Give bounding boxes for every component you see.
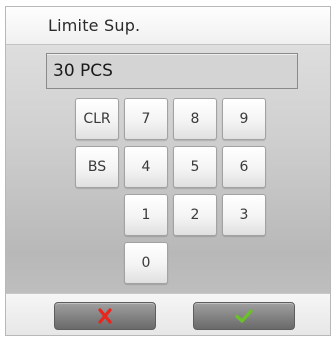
digit-6-key[interactable]: 6 (222, 146, 266, 188)
digit-8-key[interactable]: 8 (173, 98, 217, 140)
value-input[interactable]: 30 PCS (46, 53, 298, 89)
action-bar (6, 293, 330, 335)
digit-4-key[interactable]: 4 (124, 146, 168, 188)
digit-5-key[interactable]: 5 (173, 146, 217, 188)
cancel-button[interactable] (54, 302, 156, 330)
digit-3-key[interactable]: 3 (222, 194, 266, 236)
confirm-button[interactable] (193, 302, 295, 330)
green-checkmark-icon (235, 309, 253, 323)
digit-1-key[interactable]: 1 (124, 194, 168, 236)
digit-7-key[interactable]: 7 (124, 98, 168, 140)
digit-9-key[interactable]: 9 (222, 98, 266, 140)
dialog-title: Limite Sup. (48, 16, 141, 35)
value-display-text: 30 PCS (53, 61, 113, 81)
title-bar: Limite Sup. (6, 7, 330, 45)
backspace-key[interactable]: BS (75, 146, 119, 188)
clear-key[interactable]: CLR (75, 98, 119, 140)
red-x-icon (98, 308, 112, 324)
limit-dialog: Limite Sup. 30 PCS CLR 7 8 9 BS 4 5 6 1 … (5, 6, 331, 336)
digit-0-key[interactable]: 0 (124, 242, 168, 284)
digit-2-key[interactable]: 2 (173, 194, 217, 236)
